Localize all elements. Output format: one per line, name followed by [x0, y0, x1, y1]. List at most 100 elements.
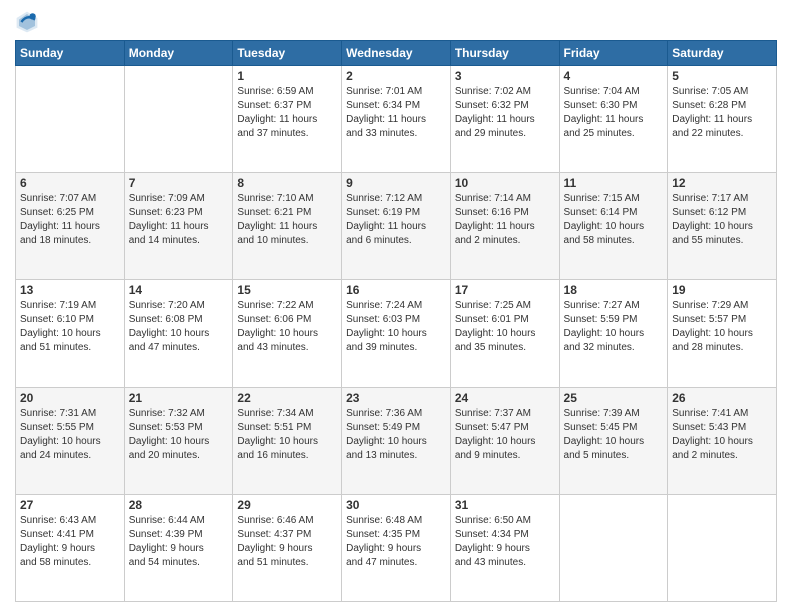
calendar-week-1: 6 Sunrise: 7:07 AM Sunset: 6:25 PM Daylig…: [16, 173, 777, 280]
calendar-cell: 25 Sunrise: 7:39 AM Sunset: 5:45 PM Dayli…: [559, 387, 668, 494]
day-number: 4: [564, 69, 664, 83]
day-number: 8: [237, 176, 337, 190]
weekday-header-friday: Friday: [559, 41, 668, 66]
calendar-cell: 26 Sunrise: 7:41 AM Sunset: 5:43 PM Dayli…: [668, 387, 777, 494]
calendar-cell: 30 Sunrise: 6:48 AM Sunset: 4:35 PM Dayli…: [342, 494, 451, 601]
day-info: Sunrise: 7:24 AM Sunset: 6:03 PM Dayligh…: [346, 299, 446, 355]
calendar-cell: 15 Sunrise: 7:22 AM Sunset: 6:06 PM Dayli…: [233, 280, 342, 387]
calendar-cell: [559, 494, 668, 601]
day-info: Sunrise: 7:37 AM Sunset: 5:47 PM Dayligh…: [455, 407, 555, 463]
calendar-cell: 13Sunrise: 7:19 AM Sunset: 6:10 PM Dayli…: [16, 280, 125, 387]
calendar-cell: 27 Sunrise: 6:43 AM Sunset: 4:41 PM Dayli…: [16, 494, 125, 601]
day-info: Sunrise: 7:07 AM Sunset: 6:25 PM Dayligh…: [20, 192, 120, 248]
day-info: Sunrise: 7:39 AM Sunset: 5:45 PM Dayligh…: [564, 407, 664, 463]
day-number: 25: [564, 391, 664, 405]
logo-icon: [15, 10, 39, 34]
calendar-cell: 11 Sunrise: 7:15 AM Sunset: 6:14 PM Dayli…: [559, 173, 668, 280]
calendar-cell: 14Sunrise: 7:20 AM Sunset: 6:08 PM Dayli…: [124, 280, 233, 387]
day-info: Sunrise: 6:59 AM Sunset: 6:37 PM Dayligh…: [237, 85, 337, 141]
day-info: Sunrise: 7:22 AM Sunset: 6:06 PM Dayligh…: [237, 299, 337, 355]
calendar-cell: 31 Sunrise: 6:50 AM Sunset: 4:34 PM Dayli…: [450, 494, 559, 601]
calendar-body: 1Sunrise: 6:59 AM Sunset: 6:37 PM Daylig…: [16, 66, 777, 602]
calendar-cell: 5 Sunrise: 7:05 AM Sunset: 6:28 PM Daylig…: [668, 66, 777, 173]
calendar-cell: 19Sunrise: 7:29 AM Sunset: 5:57 PM Dayli…: [668, 280, 777, 387]
day-info: Sunrise: 6:44 AM Sunset: 4:39 PM Dayligh…: [129, 514, 229, 570]
calendar-cell: 2 Sunrise: 7:01 AM Sunset: 6:34 PM Daylig…: [342, 66, 451, 173]
calendar-cell: 16 Sunrise: 7:24 AM Sunset: 6:03 PM Dayli…: [342, 280, 451, 387]
day-number: 12: [672, 176, 772, 190]
day-number: 24: [455, 391, 555, 405]
day-number: 28: [129, 498, 229, 512]
day-number: 14: [129, 283, 229, 297]
weekday-header-saturday: Saturday: [668, 41, 777, 66]
day-info: Sunrise: 7:10 AM Sunset: 6:21 PM Dayligh…: [237, 192, 337, 248]
calendar-cell: 9 Sunrise: 7:12 AM Sunset: 6:19 PM Daylig…: [342, 173, 451, 280]
calendar-cell: 3 Sunrise: 7:02 AM Sunset: 6:32 PM Daylig…: [450, 66, 559, 173]
calendar-cell: 24 Sunrise: 7:37 AM Sunset: 5:47 PM Dayli…: [450, 387, 559, 494]
day-number: 13: [20, 283, 120, 297]
day-number: 15: [237, 283, 337, 297]
day-number: 3: [455, 69, 555, 83]
day-info: Sunrise: 7:27 AM Sunset: 5:59 PM Dayligh…: [564, 299, 664, 355]
day-number: 17: [455, 283, 555, 297]
page: SundayMondayTuesdayWednesdayThursdayFrid…: [0, 0, 792, 612]
day-info: Sunrise: 7:25 AM Sunset: 6:01 PM Dayligh…: [455, 299, 555, 355]
logo: [15, 10, 43, 34]
day-info: Sunrise: 7:31 AM Sunset: 5:55 PM Dayligh…: [20, 407, 120, 463]
day-info: Sunrise: 7:12 AM Sunset: 6:19 PM Dayligh…: [346, 192, 446, 248]
calendar-cell: [668, 494, 777, 601]
weekday-header-wednesday: Wednesday: [342, 41, 451, 66]
calendar-week-2: 13Sunrise: 7:19 AM Sunset: 6:10 PM Dayli…: [16, 280, 777, 387]
calendar-cell: 10Sunrise: 7:14 AM Sunset: 6:16 PM Dayli…: [450, 173, 559, 280]
day-number: 20: [20, 391, 120, 405]
day-info: Sunrise: 6:50 AM Sunset: 4:34 PM Dayligh…: [455, 514, 555, 570]
day-number: 31: [455, 498, 555, 512]
calendar-cell: 18 Sunrise: 7:27 AM Sunset: 5:59 PM Dayli…: [559, 280, 668, 387]
header: [15, 10, 777, 34]
day-info: Sunrise: 6:46 AM Sunset: 4:37 PM Dayligh…: [237, 514, 337, 570]
calendar-cell: 20 Sunrise: 7:31 AM Sunset: 5:55 PM Dayli…: [16, 387, 125, 494]
day-number: 29: [237, 498, 337, 512]
day-number: 2: [346, 69, 446, 83]
day-number: 30: [346, 498, 446, 512]
day-info: Sunrise: 7:32 AM Sunset: 5:53 PM Dayligh…: [129, 407, 229, 463]
calendar-cell: [124, 66, 233, 173]
day-number: 7: [129, 176, 229, 190]
day-number: 21: [129, 391, 229, 405]
calendar-cell: 23 Sunrise: 7:36 AM Sunset: 5:49 PM Dayli…: [342, 387, 451, 494]
day-number: 16: [346, 283, 446, 297]
day-number: 27: [20, 498, 120, 512]
day-number: 9: [346, 176, 446, 190]
day-info: Sunrise: 6:43 AM Sunset: 4:41 PM Dayligh…: [20, 514, 120, 570]
calendar-cell: 21 Sunrise: 7:32 AM Sunset: 5:53 PM Dayli…: [124, 387, 233, 494]
calendar-cell: 12Sunrise: 7:17 AM Sunset: 6:12 PM Dayli…: [668, 173, 777, 280]
day-info: Sunrise: 7:14 AM Sunset: 6:16 PM Dayligh…: [455, 192, 555, 248]
day-info: Sunrise: 7:41 AM Sunset: 5:43 PM Dayligh…: [672, 407, 772, 463]
calendar-cell: 28 Sunrise: 6:44 AM Sunset: 4:39 PM Dayli…: [124, 494, 233, 601]
day-number: 23: [346, 391, 446, 405]
day-number: 26: [672, 391, 772, 405]
day-number: 11: [564, 176, 664, 190]
weekday-header-tuesday: Tuesday: [233, 41, 342, 66]
day-info: Sunrise: 7:02 AM Sunset: 6:32 PM Dayligh…: [455, 85, 555, 141]
day-info: Sunrise: 7:04 AM Sunset: 6:30 PM Dayligh…: [564, 85, 664, 141]
day-info: Sunrise: 7:01 AM Sunset: 6:34 PM Dayligh…: [346, 85, 446, 141]
day-number: 22: [237, 391, 337, 405]
calendar-cell: 29 Sunrise: 6:46 AM Sunset: 4:37 PM Dayli…: [233, 494, 342, 601]
weekday-header-sunday: Sunday: [16, 41, 125, 66]
day-number: 18: [564, 283, 664, 297]
calendar-week-4: 27 Sunrise: 6:43 AM Sunset: 4:41 PM Dayli…: [16, 494, 777, 601]
day-info: Sunrise: 7:36 AM Sunset: 5:49 PM Dayligh…: [346, 407, 446, 463]
day-number: 5: [672, 69, 772, 83]
calendar-cell: 1Sunrise: 6:59 AM Sunset: 6:37 PM Daylig…: [233, 66, 342, 173]
calendar-week-3: 20 Sunrise: 7:31 AM Sunset: 5:55 PM Dayli…: [16, 387, 777, 494]
day-number: 6: [20, 176, 120, 190]
day-info: Sunrise: 7:05 AM Sunset: 6:28 PM Dayligh…: [672, 85, 772, 141]
day-info: Sunrise: 7:29 AM Sunset: 5:57 PM Dayligh…: [672, 299, 772, 355]
calendar-header: SundayMondayTuesdayWednesdayThursdayFrid…: [16, 41, 777, 66]
day-info: Sunrise: 7:15 AM Sunset: 6:14 PM Dayligh…: [564, 192, 664, 248]
day-info: Sunrise: 7:09 AM Sunset: 6:23 PM Dayligh…: [129, 192, 229, 248]
calendar-table: SundayMondayTuesdayWednesdayThursdayFrid…: [15, 40, 777, 602]
day-info: Sunrise: 6:48 AM Sunset: 4:35 PM Dayligh…: [346, 514, 446, 570]
weekday-header-thursday: Thursday: [450, 41, 559, 66]
